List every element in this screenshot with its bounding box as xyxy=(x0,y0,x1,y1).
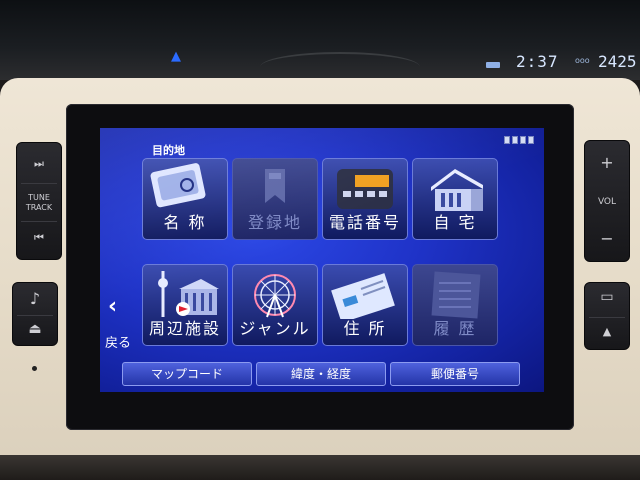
tile-label: 住 所 xyxy=(343,319,387,338)
music-note-icon: ♪ xyxy=(29,289,41,308)
next-track-button[interactable]: ⏭ xyxy=(17,157,61,171)
landmark-icon xyxy=(158,271,219,317)
destination-tile-history[interactable]: 履 歴 xyxy=(412,264,498,346)
tile-label: 登録地 xyxy=(247,213,302,232)
screen-nav-buttons: ▭ ▲ xyxy=(584,282,630,350)
tile-label: 名 称 xyxy=(163,213,207,232)
status-led xyxy=(32,366,37,371)
bookmark-icon xyxy=(265,169,285,203)
dashboard-indicator-icon: ▲ xyxy=(171,49,181,64)
postal-code-button[interactable]: 郵便番号 xyxy=(390,362,520,386)
destination-tile-genre[interactable]: ジャンル xyxy=(232,264,318,346)
history-list-icon xyxy=(431,271,481,319)
touchscreen: 目的地 名 称 登録地 電話番号 自 宅 周辺施設 ジャンル 住 所 履 歴 ‹… xyxy=(100,128,544,392)
minus-icon: − xyxy=(600,229,614,248)
eject-button[interactable]: ⏏ xyxy=(13,321,57,337)
volume-up-button[interactable]: + xyxy=(585,153,629,172)
screen-mode-button[interactable]: ▭ xyxy=(585,289,629,305)
tune-track-rocker: ⏭ TUNE TRACK ⏮ xyxy=(16,142,62,260)
dashboard-small-indicator xyxy=(486,62,500,68)
destination-tile-address[interactable]: 住 所 xyxy=(322,264,408,346)
prev-track-button[interactable]: ⏮ xyxy=(17,231,61,245)
audio-button[interactable]: ♪ xyxy=(13,289,57,308)
phone-icon xyxy=(337,169,393,209)
dashboard-odometer: 2425 xyxy=(598,52,637,71)
tile-label: 自 宅 xyxy=(433,213,477,232)
signal-strength-icon xyxy=(504,136,534,144)
destination-tile-phone[interactable]: 電話番号 xyxy=(322,158,408,240)
destination-tile-nearby[interactable]: 周辺施設 xyxy=(142,264,228,346)
tile-label: 周辺施設 xyxy=(148,319,221,338)
tile-label: 電話番号 xyxy=(328,213,401,232)
page-title: 目的地 xyxy=(152,144,185,157)
volume-rocker: + VOL − xyxy=(584,140,630,262)
compass-icon: ▲ xyxy=(602,325,612,338)
house-icon xyxy=(431,169,483,211)
eject-icon: ⏏ xyxy=(28,321,42,337)
destination-tile-home[interactable]: 自 宅 xyxy=(412,158,498,240)
screen-mode-icon: ▭ xyxy=(600,289,614,305)
dashboard: ▲ 2:37 ooo 2425 xyxy=(0,0,640,80)
keyboard-icon xyxy=(150,163,206,208)
destination-tile-name[interactable]: 名 称 xyxy=(142,158,228,240)
tune-track-label: TUNE TRACK xyxy=(25,193,53,212)
volume-down-button[interactable]: − xyxy=(585,229,629,248)
lat-long-button[interactable]: 緯度・経度 xyxy=(256,362,386,386)
console-trim xyxy=(0,455,640,480)
tile-label: 履 歴 xyxy=(433,319,477,338)
odometer-icon: ooo xyxy=(575,56,590,65)
tile-label: ジャンル xyxy=(239,319,311,338)
address-card-icon xyxy=(331,273,395,319)
dashboard-clock: 2:37 xyxy=(516,52,559,71)
back-button[interactable]: 戻る xyxy=(105,332,131,351)
destination-tile-registered[interactable]: 登録地 xyxy=(232,158,318,240)
prev-track-icon: ⏮ xyxy=(34,231,44,244)
plus-icon: + xyxy=(600,153,614,172)
volume-label: VOL xyxy=(597,197,617,207)
navigation-button[interactable]: ▲ xyxy=(585,325,629,338)
ferris-wheel-icon xyxy=(254,274,296,318)
back-arrow-icon[interactable]: ‹ xyxy=(108,294,117,319)
mapcode-button[interactable]: マップコード xyxy=(122,362,252,386)
next-track-icon: ⏭ xyxy=(34,157,44,170)
media-eject-buttons: ♪ ⏏ xyxy=(12,282,58,346)
